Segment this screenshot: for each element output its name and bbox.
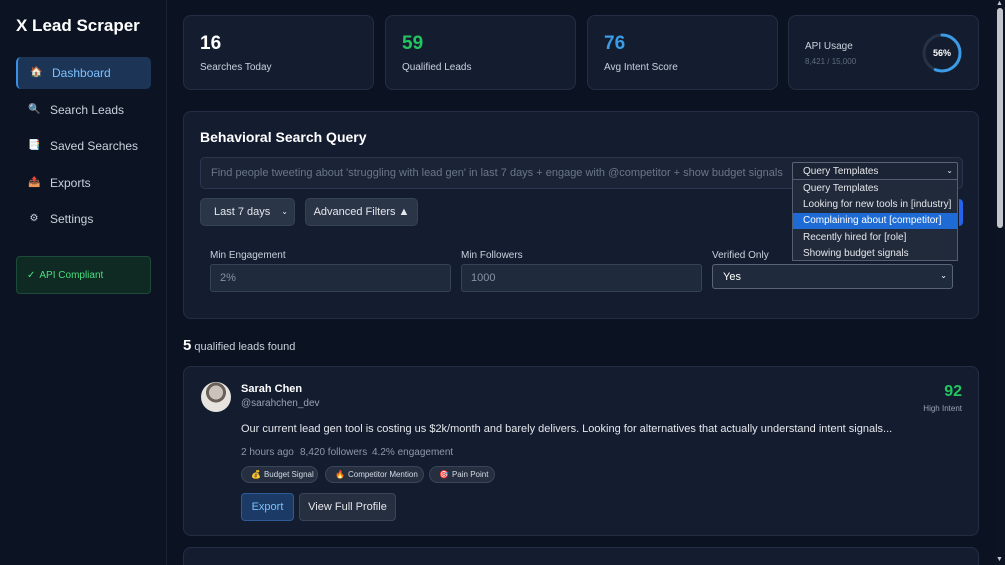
view-profile-button[interactable]: View Full Profile (299, 493, 396, 521)
tag-label: Budget Signal (263, 470, 314, 479)
money-bag-icon: 💰 (251, 470, 261, 479)
tag-budget-signal: 💰 Budget Signal (241, 466, 318, 483)
stat-card-intent: 76 Avg Intent Score (587, 15, 778, 90)
query-title: Behavioral Search Query (200, 129, 367, 145)
min-followers-label: Min Followers (461, 250, 523, 261)
api-usage-percent: 56% (932, 48, 951, 58)
dropdown-option[interactable]: Query Templates (793, 180, 957, 196)
scroll-down-icon[interactable]: ▼ (996, 556, 1003, 563)
chevron-down-icon: ⌄ (281, 207, 288, 216)
search-button-edge[interactable] (959, 199, 963, 226)
api-usage-count: 8,421 / 15,000 (805, 57, 857, 66)
sidebar-item-search-leads[interactable]: 🔍 Search Leads (16, 94, 151, 126)
sidebar-item-exports[interactable]: 📤 Exports (16, 167, 151, 199)
intent-score: 92 (944, 383, 962, 400)
lead-handle: @sarahchen_dev (241, 398, 320, 409)
stat-label: Searches Today (200, 62, 272, 73)
stat-label: Qualified Leads (402, 62, 472, 73)
select-value: Query Templates (803, 165, 879, 177)
stat-card-searches: 16 Searches Today (183, 15, 374, 90)
scrollbar-thumb[interactable] (997, 8, 1003, 228)
sidebar-item-label: Dashboard (52, 66, 111, 80)
tag-label: Competitor Mention (347, 470, 418, 479)
sidebar-item-label: Exports (50, 176, 91, 190)
api-compliant-label: API Compliant (39, 269, 104, 281)
lead-engagement: 4.2% engagement (372, 447, 454, 458)
lead-time: 2 hours ago (241, 447, 294, 458)
verified-only-select[interactable]: Yes ⌄ (712, 264, 953, 289)
tag-label: Pain Point (451, 470, 489, 479)
results-label: qualified leads found (194, 341, 296, 353)
verified-only-label: Verified Only (712, 250, 769, 261)
lead-card (183, 547, 979, 565)
export-button[interactable]: Export (241, 493, 294, 521)
dropdown-option[interactable]: Looking for new tools in [industry] (793, 196, 957, 212)
clipboard-icon: 📤 (28, 177, 41, 188)
sidebar-item-dashboard[interactable]: 🏠 Dashboard (16, 57, 151, 89)
stat-card-api-usage: API Usage 8,421 / 15,000 56% (788, 15, 979, 90)
dropdown-option[interactable]: Showing budget signals (793, 246, 957, 262)
stat-value: 76 (604, 33, 626, 54)
stat-label: API Usage (805, 41, 853, 52)
stat-value: 16 (200, 33, 222, 54)
lead-followers: 8,420 followers (300, 447, 368, 458)
query-templates-dropdown: Query Templates Looking for new tools in… (792, 179, 958, 261)
tag-pain-point: 🎯 Pain Point (429, 466, 495, 483)
stat-value: 59 (402, 33, 424, 54)
target-icon: 🎯 (439, 470, 449, 479)
advanced-filters-button[interactable]: Advanced Filters ▲ (305, 198, 418, 226)
sidebar-item-saved-searches[interactable]: 📑 Saved Searches (16, 130, 151, 162)
dropdown-option[interactable]: Recently hired for [role] (793, 229, 957, 245)
app-title: X Lead Scraper (16, 16, 140, 35)
fire-icon: 🔥 (335, 470, 345, 479)
api-compliant-badge: ✓ API Compliant (16, 256, 151, 294)
date-range-label: Last 7 days (214, 206, 271, 218)
document-icon: 📑 (28, 140, 41, 151)
results-summary: 5 qualified leads found (183, 337, 295, 354)
stat-card-qualified: 59 Qualified Leads (385, 15, 576, 90)
sidebar-item-label: Saved Searches (50, 139, 139, 153)
min-engagement-input[interactable]: 2% (210, 264, 451, 292)
stat-label: Avg Intent Score (604, 62, 678, 73)
intent-score-label: High Intent (923, 404, 962, 413)
search-icon: 🔍 (28, 104, 41, 115)
query-templates-select[interactable]: Query Templates ⌄ (792, 162, 958, 180)
chevron-down-icon: ⌄ (946, 166, 953, 175)
lead-card: Sarah Chen @sarahchen_dev 92 High Intent… (183, 366, 979, 536)
sidebar-item-settings[interactable]: ⚙ Settings (16, 203, 151, 235)
lead-tweet: Our current lead gen tool is costing us … (241, 423, 893, 435)
sidebar-item-label: Search Leads (50, 103, 125, 117)
sidebar: X Lead Scraper 🏠 Dashboard 🔍 Search Lead… (0, 0, 167, 565)
sidebar-item-label: Settings (50, 212, 94, 226)
gear-icon: ⚙ (29, 213, 39, 224)
select-value: Yes (723, 270, 741, 283)
min-followers-input[interactable]: 1000 (461, 264, 702, 292)
chevron-down-icon: ⌄ (940, 271, 947, 280)
results-count: 5 (183, 337, 192, 354)
scroll-up-icon[interactable]: ▲ (996, 0, 1003, 7)
min-engagement-label: Min Engagement (210, 250, 286, 261)
dropdown-option-highlighted[interactable]: Complaining about [competitor] (793, 212, 957, 230)
check-icon: ✓ (27, 269, 36, 281)
tag-competitor-mention: 🔥 Competitor Mention (325, 466, 424, 483)
avatar (201, 382, 231, 412)
house-icon: 🏠 (30, 67, 43, 78)
lead-name: Sarah Chen (241, 383, 303, 395)
date-range-select[interactable]: Last 7 days ⌄ (200, 198, 295, 226)
